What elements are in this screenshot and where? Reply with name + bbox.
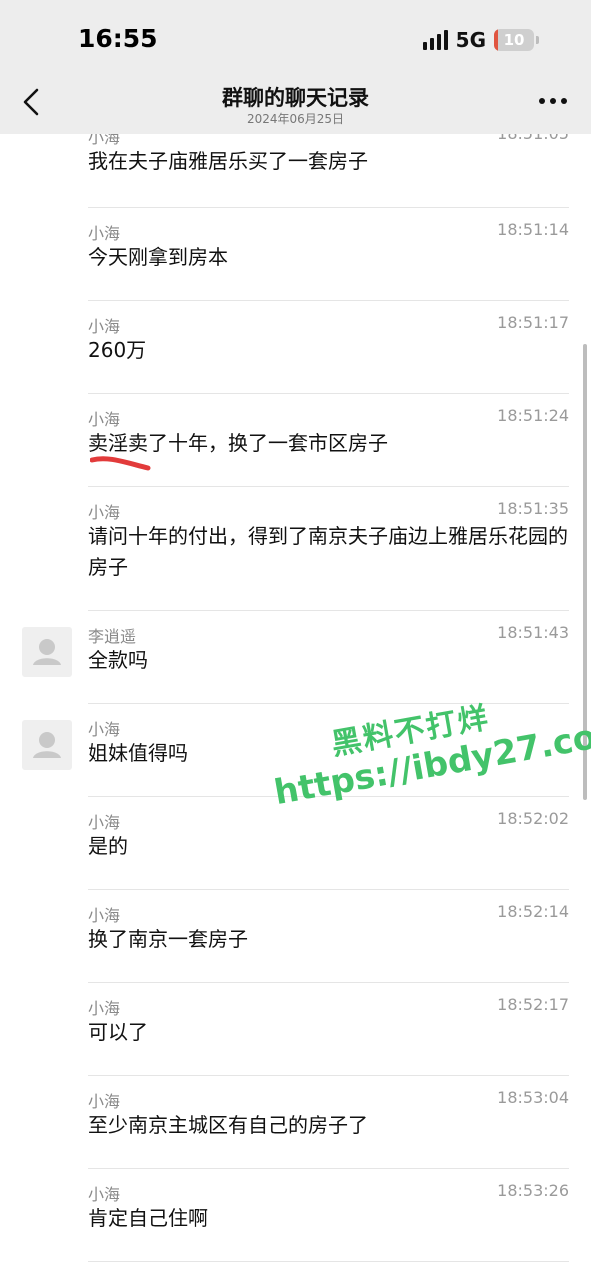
message-text: 至少南京主城区有自己的房子了 [88,1113,368,1137]
message-time: 18:53:26 [497,1181,569,1200]
sender-name: 小海 [88,410,121,429]
message-text: 换了南京一套房子 [88,927,248,951]
message-row[interactable]: 小海 18:52:02 是的 [88,797,569,890]
sender-name: 小海 [88,813,121,832]
message-row[interactable]: 小海18:51:05我在夫子庙雅居乐买了一套房子 [88,134,569,208]
sender-name: 小海 [88,720,121,739]
message-row[interactable]: 小海 姐妹值得吗 [88,704,569,797]
message-row[interactable]: 小海 18:53:26 肯定自己住啊 [88,1169,569,1262]
red-scribble-mark [90,456,151,471]
default-avatar-icon[interactable] [22,720,72,770]
sender-name: 小海 [88,503,121,522]
message-row[interactable]: 小海 18:51:35 请问十年的付出，得到了南京夫子庙边上雅居乐花园的房子 [88,487,569,611]
message-time: 18:52:02 [497,809,569,828]
message-time: 18:51:17 [497,313,569,332]
page-subtitle-date: 2024年06月25日 [246,112,345,126]
battery-fill [494,29,498,51]
status-indicators: 5G 10 [422,28,539,52]
message-text: 260万 [88,338,147,362]
default-avatar-icon[interactable] [22,627,72,677]
row-divider [88,1261,569,1262]
message-text: 肯定自己住啊 [88,1206,208,1230]
battery-cap [536,36,539,44]
page-title: 群聊的聊天记录 [222,86,369,110]
message-text: 全款吗 [88,648,148,672]
message-row[interactable]: 小海 18:52:17 可以了 [88,983,569,1076]
chat-record-list[interactable]: 小海 18:51:05 我在夫子庙雅居乐买了一套房子小海 18:51:14 今天刚拿到房… [0,134,591,1280]
sender-name: 小海 [88,999,121,1018]
sender-name: 小海 [88,1092,121,1111]
battery-percent: 10 [503,31,525,49]
sender-name: 小海 [88,1185,121,1204]
message-row[interactable]: 小海 18:51:24 卖淫卖了十年，换了一套市区房子 [88,394,569,487]
message-row[interactable]: 小海 18:51:14 今天刚拿到房本 [88,208,569,301]
message-text: 我在夫子庙雅居乐买了一套房子 [88,149,368,173]
message-row[interactable]: 李逍遥 18:51:43 全款吗 [88,611,569,704]
message-row[interactable]: 小海 18:53:04 至少南京主城区有自己的房子了 [88,1076,569,1169]
battery-icon: 10 [494,29,534,51]
signal-icon [422,30,448,50]
status-time: 16:55 [78,24,158,53]
status-bar: 16:55 5G 10 [0,0,591,70]
sender-name: 小海 [88,906,121,925]
message-time: 18:53:04 [497,1088,569,1107]
network-type: 5G [455,28,486,52]
message-time: 18:51:43 [497,623,569,642]
message-row[interactable]: 小海 18:52:14 换了南京一套房子 [88,890,569,983]
message-text: 姐妹值得吗 [88,741,188,765]
message-time: 18:51:14 [497,220,569,239]
message-text: 卖淫卖了十年，换了一套市区房子 [88,431,388,455]
message-text: 今天刚拿到房本 [88,245,228,269]
message-time: 18:52:17 [497,995,569,1014]
message-time: 18:52:14 [497,902,569,921]
message-row[interactable]: 小海 18:51:17 260万 [88,301,569,394]
scrollbar[interactable] [583,344,587,800]
sender-name: 李逍遥 [88,627,137,646]
nav-bar: 群聊的聊天记录 2024年06月25日 [0,70,591,134]
message-time: 18:51:05 [497,134,569,143]
message-text: 可以了 [88,1020,148,1044]
message-text: 是的 [88,834,128,858]
message-time: 18:51:35 [497,499,569,518]
sender-name: 小海 [88,317,121,336]
message-time: 18:51:24 [497,406,569,425]
more-dots-icon[interactable] [539,98,567,104]
sender-name: 小海 [88,224,121,243]
message-text: 请问十年的付出，得到了南京夫子庙边上雅居乐花园的房子 [88,524,568,579]
